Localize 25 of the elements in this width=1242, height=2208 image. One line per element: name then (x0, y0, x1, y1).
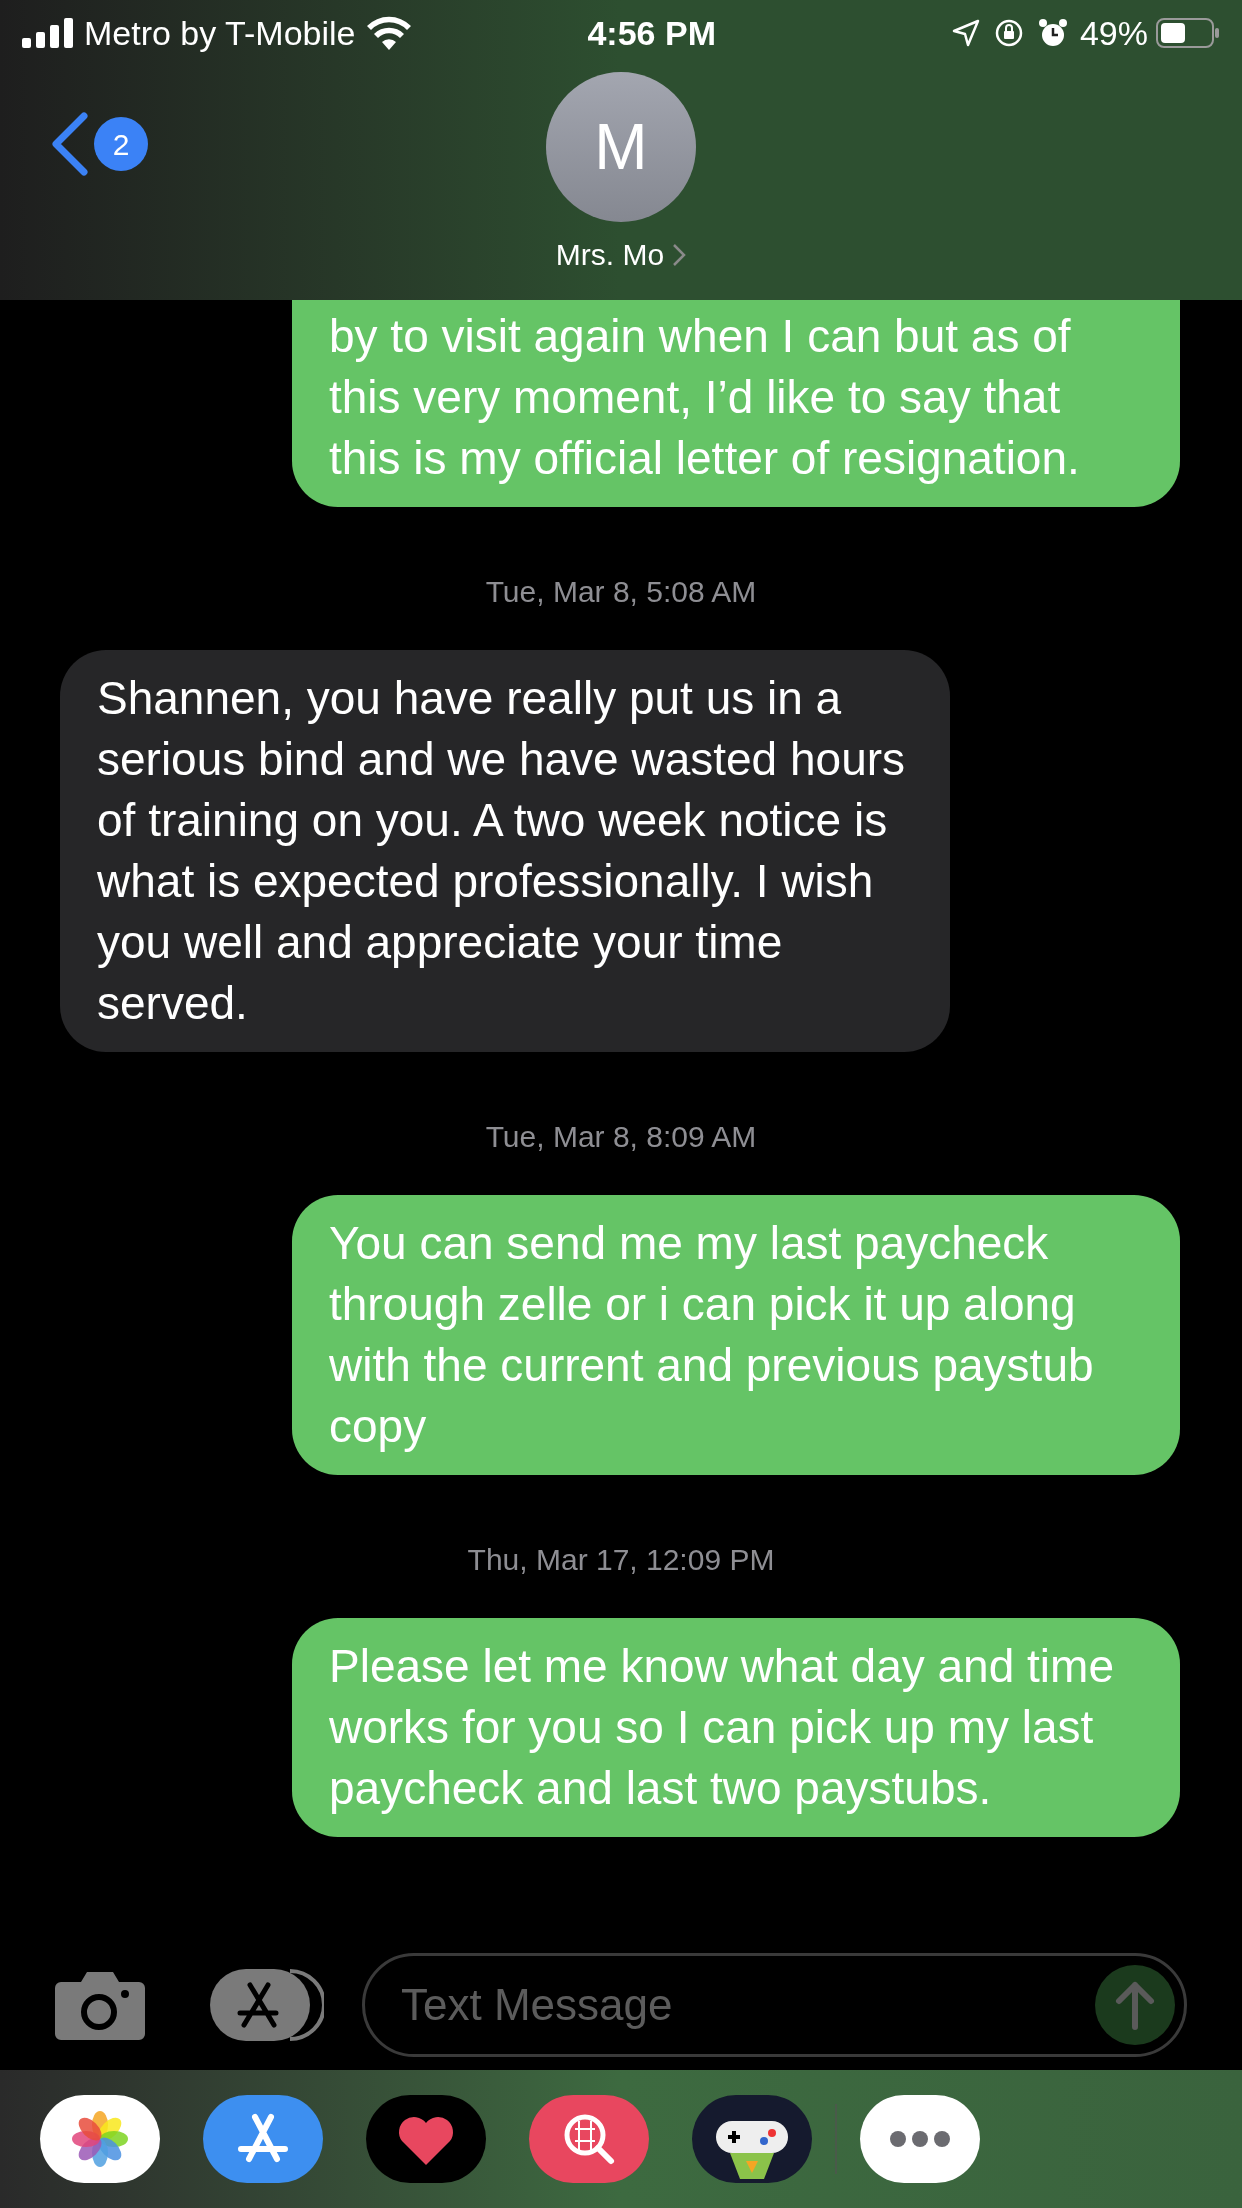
battery-icon (1156, 18, 1220, 48)
alarm-clock-icon (1037, 18, 1068, 48)
back-button[interactable]: 2 (50, 112, 148, 176)
message-timestamp: Tue, Mar 8, 5:08 AM (485, 574, 757, 610)
message-timestamp: Thu, Mar 17, 12:09 PM (467, 1542, 775, 1578)
sent-message-bubble: by to visit again when I can but as of this very moment, I’d like to say that this is my official letter of resignation. (292, 300, 1180, 507)
chevron-right-icon (672, 242, 687, 267)
sent-message-bubble: You can send me my last paycheck through zelle or i can pick it up along with the current and previous paystub copy (292, 1195, 1180, 1475)
battery-percent: 49% (1079, 12, 1148, 54)
wifi-icon (367, 16, 412, 50)
received-message-bubble: Shannen, you have really put us in a serious bind and we have wasted hours of training on you. A two week notice is what is expected professionally. I wish you well and appreciate your time served. (60, 650, 950, 1052)
contact-name-button[interactable]: Mrs. Mo (555, 232, 687, 277)
location-arrow-icon (951, 19, 980, 47)
rotation-lock-icon (993, 18, 1024, 48)
camera-icon[interactable] (55, 1970, 145, 2040)
contact-avatar[interactable]: M (546, 72, 696, 222)
signal-icon (22, 18, 74, 48)
sent-message-bubble: Please let me know what day and time works for you so I can pick up my last paycheck and last two paystubs. (292, 1618, 1180, 1837)
unread-count-badge: 2 (94, 117, 148, 171)
clock-time: 4:56 PM (587, 12, 716, 54)
message-input-field[interactable]: Text Message (362, 1953, 1187, 2057)
message-timestamp: Tue, Mar 8, 8:09 AM (485, 1119, 757, 1155)
app-store-icon[interactable] (210, 1969, 324, 2041)
carrier-name: Metro by T-Mobile (84, 12, 356, 54)
back-chevron-icon (50, 112, 90, 176)
